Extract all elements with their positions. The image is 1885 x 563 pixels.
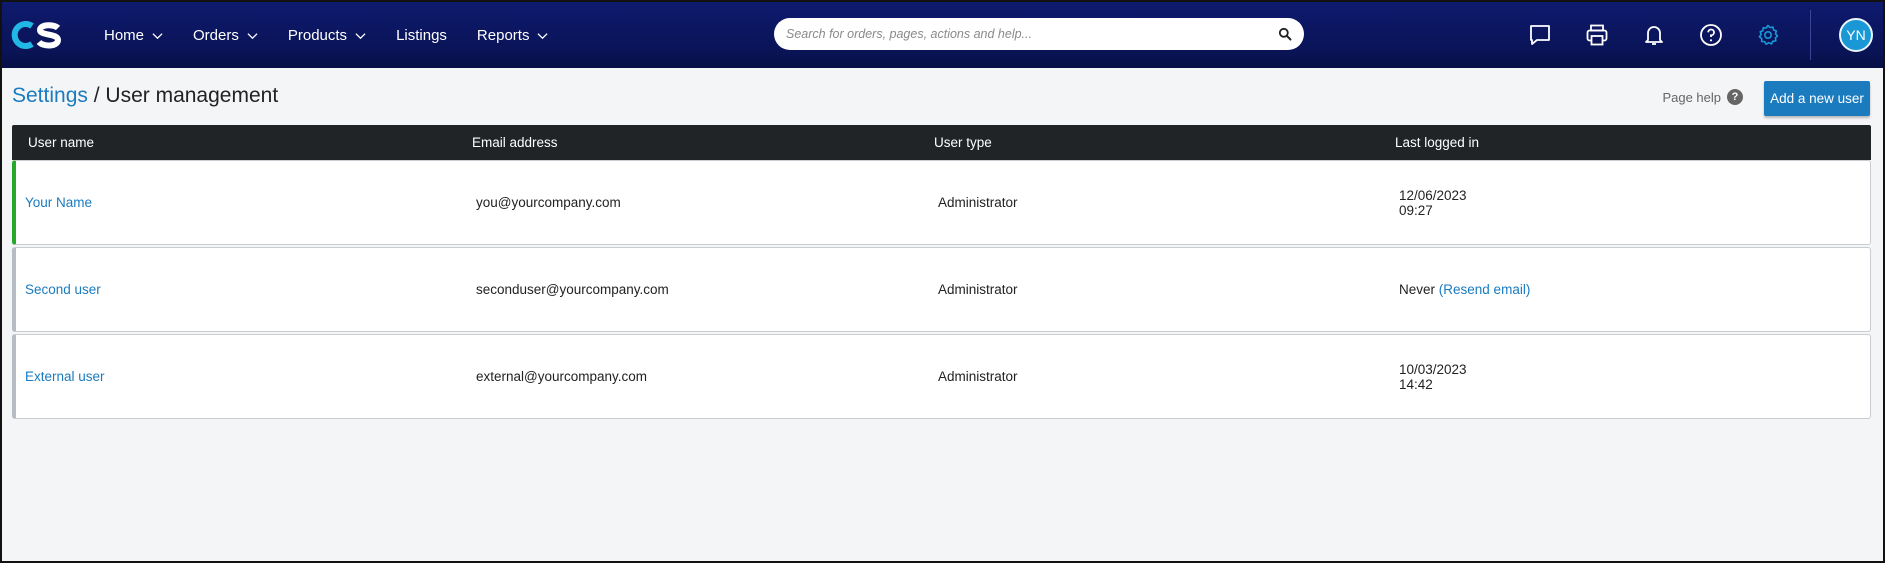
nav-listings[interactable]: Listings <box>396 27 447 44</box>
page-title: Settings / User management <box>12 84 278 108</box>
user-avatar[interactable]: YN <box>1839 18 1873 52</box>
top-navbar: Home Orders Products Listings Reports Se… <box>2 2 1883 68</box>
nav-reports[interactable]: Reports <box>477 27 549 44</box>
breadcrumb-separator: / <box>87 84 106 107</box>
main-nav: Home Orders Products Listings Reports <box>104 27 578 44</box>
help-icon[interactable] <box>1698 22 1724 48</box>
chevron-down-icon <box>152 32 163 39</box>
user-name-link[interactable]: Second user <box>25 282 101 297</box>
nav-home-label: Home <box>104 26 145 44</box>
printer-icon[interactable] <box>1584 22 1610 48</box>
nav-orders-label: Orders <box>193 26 239 44</box>
question-icon: ? <box>1727 89 1743 105</box>
column-header-user-type[interactable]: User type <box>934 135 1395 150</box>
user-name-link[interactable]: Your Name <box>25 195 92 210</box>
table-row[interactable]: External user external@yourcompany.com A… <box>12 334 1871 419</box>
users-table: User name Email address User type Last l… <box>12 125 1871 421</box>
nav-reports-label: Reports <box>476 26 530 44</box>
last-logged-in: 10/03/2023 14:42 <box>1399 362 1870 392</box>
page-help-label: Page help <box>1662 89 1721 105</box>
table-row[interactable]: Your Name you@yourcompany.com Administra… <box>12 160 1871 245</box>
column-header-username[interactable]: User name <box>12 135 472 150</box>
last-login-time: 09:27 <box>1399 202 1433 218</box>
user-email: external@yourcompany.com <box>476 369 648 384</box>
nav-home[interactable]: Home <box>104 27 163 44</box>
last-logged-in: Never (Resend email) <box>1399 282 1870 297</box>
page-title-text: User management <box>105 84 279 107</box>
last-logged-in: 12/06/2023 09:27 <box>1399 188 1870 218</box>
nav-products[interactable]: Products <box>288 27 366 44</box>
cs-logo[interactable] <box>10 15 70 55</box>
header-divider <box>1810 10 1811 60</box>
user-email: you@yourcompany.com <box>476 195 621 210</box>
chevron-down-icon <box>355 32 366 39</box>
messages-icon[interactable] <box>1527 22 1553 48</box>
user-type: Administrator <box>938 369 1018 384</box>
nav-orders[interactable]: Orders <box>193 27 258 44</box>
bell-icon[interactable] <box>1641 22 1667 48</box>
last-login-never: Never <box>1399 282 1436 297</box>
breadcrumb-settings[interactable]: Settings <box>12 84 88 107</box>
user-type: Administrator <box>938 282 1018 297</box>
user-type: Administrator <box>938 195 1018 210</box>
last-login-time: 14:42 <box>1399 376 1433 392</box>
page-help-link[interactable]: Page help ? <box>1662 89 1743 105</box>
header-icons: YN <box>1527 2 1883 68</box>
global-search <box>774 18 1304 50</box>
search-icon[interactable] <box>1278 27 1292 41</box>
resend-email-link[interactable]: (Resend email) <box>1439 282 1531 297</box>
last-login-date: 10/03/2023 <box>1399 361 1467 377</box>
chevron-down-icon <box>247 32 258 39</box>
table-row[interactable]: Second user seconduser@yourcompany.com A… <box>12 247 1871 332</box>
gear-icon[interactable] <box>1755 22 1781 48</box>
user-email: seconduser@yourcompany.com <box>476 282 669 297</box>
column-header-last-logged-in[interactable]: Last logged in <box>1395 135 1871 150</box>
column-header-email[interactable]: Email address <box>472 135 934 150</box>
table-header: User name Email address User type Last l… <box>12 125 1871 160</box>
chevron-down-icon <box>537 32 548 39</box>
nav-products-label: Products <box>287 26 348 44</box>
last-login-date: 12/06/2023 <box>1399 187 1467 203</box>
search-input[interactable] <box>786 27 1278 41</box>
add-user-button[interactable]: Add a new user <box>1764 81 1870 116</box>
nav-listings-label: Listings <box>396 26 447 44</box>
user-name-link[interactable]: External user <box>25 369 105 384</box>
